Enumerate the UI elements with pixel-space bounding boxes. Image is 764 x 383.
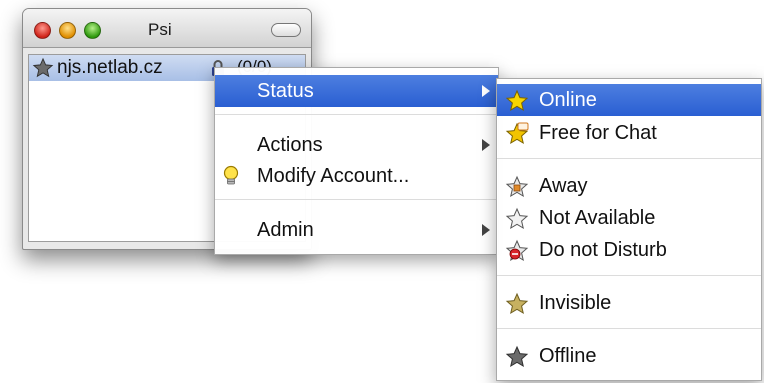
status-item-offline[interactable]: Offline <box>497 340 761 372</box>
status-item-invisible[interactable]: Invisible <box>497 287 761 319</box>
toolbar-toggle-button[interactable] <box>271 23 301 37</box>
account-context-menu: Status Actions Modify Account... Admin <box>214 67 499 255</box>
menu-item-label: Actions <box>257 134 323 156</box>
status-item-label: Invisible <box>539 292 612 314</box>
menu-separator <box>497 275 761 276</box>
status-item-label: Free for Chat <box>539 122 657 144</box>
status-item-away[interactable]: Away <box>497 170 761 202</box>
menu-item-modify-account[interactable]: Modify Account... <box>215 160 498 192</box>
status-item-free-for-chat[interactable]: Free for Chat <box>497 117 761 149</box>
window-title: Psi <box>148 20 172 39</box>
star-chat-icon <box>505 122 529 145</box>
menu-item-status[interactable]: Status <box>215 75 498 107</box>
menu-item-label: Admin <box>257 219 314 241</box>
submenu-arrow-icon <box>482 139 490 151</box>
menu-item-label: Status <box>257 80 314 102</box>
status-item-label: Away <box>539 175 588 197</box>
menu-separator <box>215 199 498 200</box>
close-button[interactable] <box>34 22 51 39</box>
menu-item-label: Modify Account... <box>257 165 410 187</box>
account-name: njs.netlab.cz <box>57 57 163 78</box>
star-invisible-icon <box>505 292 529 315</box>
status-item-label: Offline <box>539 345 597 367</box>
star-offline-icon <box>505 345 529 368</box>
zoom-button[interactable] <box>84 22 101 39</box>
star-online-icon <box>505 89 529 112</box>
status-submenu: Online Free for Chat Away Not Available … <box>496 78 762 381</box>
submenu-arrow-icon <box>482 224 490 236</box>
menu-separator <box>215 114 498 115</box>
status-item-label: Not Available <box>539 207 656 229</box>
submenu-arrow-icon <box>482 85 490 97</box>
menu-separator <box>497 328 761 329</box>
menu-separator <box>497 158 761 159</box>
menu-item-admin[interactable]: Admin <box>215 214 498 246</box>
bulb-icon <box>223 165 239 185</box>
star-away-icon <box>505 175 529 198</box>
star-na-icon <box>505 207 529 230</box>
star-dnd-icon <box>505 239 529 262</box>
star-offline-icon <box>32 57 54 78</box>
status-item-label: Do not Disturb <box>539 239 667 261</box>
status-item-not-available[interactable]: Not Available <box>497 202 761 234</box>
status-item-do-not-disturb[interactable]: Do not Disturb <box>497 234 761 266</box>
status-item-online[interactable]: Online <box>497 84 761 116</box>
menu-item-actions[interactable]: Actions <box>215 129 498 161</box>
minimize-button[interactable] <box>59 22 76 39</box>
status-item-label: Online <box>539 89 597 111</box>
titlebar: Psi <box>23 9 311 48</box>
